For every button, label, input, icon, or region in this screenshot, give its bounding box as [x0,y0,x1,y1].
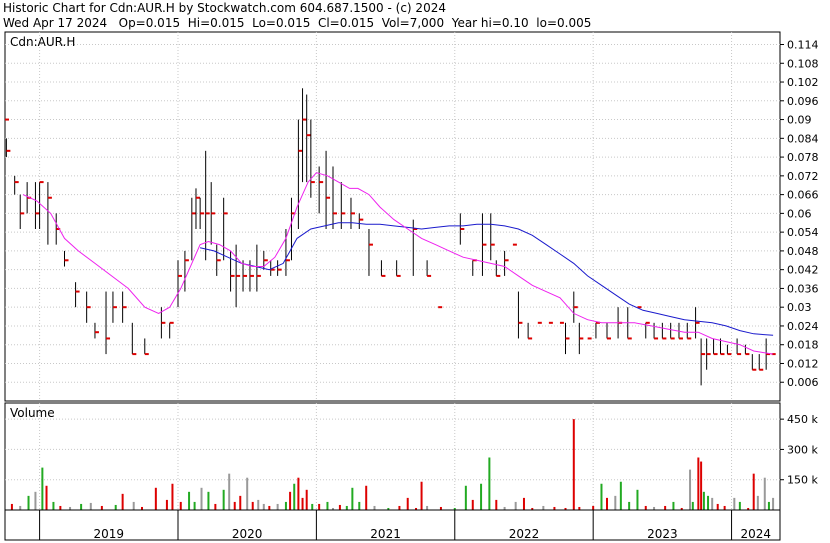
price-tick-label: 0.036 [787,282,819,295]
stock-chart: Cdn:AUR.H 0.1140.1080.1020.0960.090.0840… [4,31,819,541]
price-tick-label: 0.09 [787,114,812,127]
price-panel-title: Cdn:AUR.H [10,35,75,49]
price-tick-label: 0.018 [787,339,819,352]
price-panel: Cdn:AUR.H 0.1140.1080.1020.0960.090.0840… [4,31,819,402]
price-tick-label: 0.114 [787,39,819,52]
price-tick-label: 0.066 [787,189,819,202]
volume-tick-label: 150 k [787,474,818,487]
volume-panel-title: Volume [10,406,55,420]
year-label: 2022 [509,527,540,541]
year-label: 2020 [232,527,263,541]
price-tick-label: 0.108 [787,57,819,70]
price-tick-label: 0.06 [787,207,812,220]
year-label: 2019 [94,527,125,541]
price-tick-label: 0.054 [787,226,819,239]
volume-tick-label: 450 k [787,413,818,426]
price-axis: 0.114 0.108 0.102 0.096 0.09 0.084 0.078 0.072 0… [780,39,819,389]
volume-panel: Volume 450 k 300 k 150 k [4,402,818,511]
year-label: 2021 [370,527,401,541]
year-axis: 2019 2020 2021 2022 2023 2024 [4,509,781,541]
year-label: 2023 [647,527,678,541]
volume-tick-label: 300 k [787,443,818,456]
price-tick-label: 0.102 [787,76,819,89]
price-tick-label: 0.012 [787,357,819,370]
price-tick-label: 0.048 [787,245,819,258]
price-tick-label: 0.042 [787,264,819,277]
price-tick-label: 0.096 [787,95,819,108]
volume-axis: 450 k 300 k 150 k [780,413,818,487]
price-tick-label: 0.03 [787,301,812,314]
price-tick-label: 0.024 [787,320,819,333]
price-tick-label: 0.006 [787,376,819,389]
price-tick-label: 0.084 [787,132,819,145]
year-label: 2024 [741,527,772,541]
price-tick-label: 0.072 [787,170,819,183]
price-panel-frame [4,31,781,402]
price-tick-label: 0.078 [787,151,819,164]
